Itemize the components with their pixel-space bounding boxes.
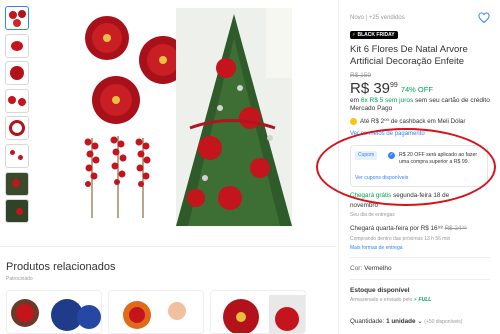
coupon-tag: Cupom xyxy=(355,151,378,160)
free-shipping-month: novembro xyxy=(350,202,379,209)
thumbnail-6[interactable] xyxy=(5,143,29,168)
shipping-deadline: Comprando dentro das próximas 13 h 56 mi… xyxy=(350,236,451,242)
color-label: Cor: xyxy=(350,265,363,272)
fulfillment-text: Armazenado e enviado pelo xyxy=(350,297,413,303)
old-price: R$ 159 xyxy=(350,72,371,79)
poinsettia-flower-3 xyxy=(92,76,140,124)
installments-info: em 6x R$ 5 sem juros sem seu cartão de c… xyxy=(350,97,500,113)
related-products-title: Produtos relacionados xyxy=(6,261,116,273)
quantity-value: 1 unidade xyxy=(386,318,416,325)
paid-shipping-prefix: Chegará quarta-feira por xyxy=(350,225,419,232)
berry-picks xyxy=(84,136,151,218)
free-shipping-line: Chegará grátis segunda-feira 18 de xyxy=(350,192,449,199)
fulfillment-info: Armazenado e enviado pelo ⚡ FULL xyxy=(350,297,431,303)
thumbnail-8[interactable] xyxy=(5,199,29,224)
free-shipping-label: Chegará grátis xyxy=(350,192,392,199)
payment-methods-link[interactable]: Ver os meios de pagamento xyxy=(350,131,425,137)
favorite-heart-icon[interactable] xyxy=(478,12,490,24)
thumbnail-2[interactable] xyxy=(5,33,29,58)
full-badge: ⚡ FULL xyxy=(413,297,432,303)
installments-prefix: em xyxy=(350,97,360,104)
thumbnail-7[interactable] xyxy=(5,171,29,196)
black-friday-badge: ⚡ BLACK FRIDAY xyxy=(350,31,398,39)
thumbnail-1[interactable] xyxy=(5,6,29,30)
available-coupons-link[interactable]: Ver cupons disponíveis xyxy=(355,175,408,181)
thumbnail-list xyxy=(5,6,31,227)
related-product-image-2 xyxy=(123,301,186,329)
product-main-image[interactable] xyxy=(80,8,292,226)
thumbnail-5[interactable] xyxy=(5,116,29,141)
related-product-card-2[interactable] xyxy=(108,290,204,334)
color-value: Vermelho xyxy=(364,265,392,272)
chevron-down-icon: ⌄ xyxy=(417,318,423,325)
quantity-selector[interactable]: Quantidade: 1 unidade ⌄ (+50 disponíveis… xyxy=(350,318,462,325)
stock-status: Estoque disponível xyxy=(350,287,410,294)
sponsored-label: Patrocinado xyxy=(6,276,33,282)
price-cents: 99 xyxy=(390,82,398,89)
section-divider xyxy=(0,246,336,247)
quantity-available: (+50 disponíveis) xyxy=(424,319,463,325)
related-product-card-1[interactable] xyxy=(6,290,102,334)
current-price: R$ 3999 74% OFF xyxy=(350,80,433,97)
more-delivery-options-link[interactable]: Mais formas de entrega xyxy=(350,245,403,251)
separator xyxy=(350,279,490,280)
separator xyxy=(350,257,490,258)
installments-highlight: 6x R$ 5 sem juros xyxy=(360,97,414,104)
free-shipping-date: segunda-feira 18 de xyxy=(393,192,450,199)
thumbnail-4[interactable] xyxy=(5,88,29,113)
christmas-tree-photo xyxy=(176,8,292,226)
condition-and-sales: Novo | +25 vendidos xyxy=(350,15,405,21)
price-main: R$ 39 xyxy=(350,80,391,97)
color-selector[interactable]: Cor: Vermelho xyxy=(350,265,392,272)
coin-icon xyxy=(350,118,357,125)
quantity-label: Quantidade: xyxy=(350,318,385,325)
paid-shipping-line: Chegará quarta-feira por R$ 16⁹⁸ R$ 24⁹⁸ xyxy=(350,225,467,232)
cashback-info: Até R$ 2⁰⁰ de cashback em Meli Dólar xyxy=(350,118,465,125)
paid-shipping-price: R$ 16⁹⁸ xyxy=(420,225,443,232)
product-gallery: Produtos relacionados Patrocinado xyxy=(0,0,336,334)
cashback-text: Até R$ 2⁰⁰ de cashback em Meli Dólar xyxy=(360,118,466,125)
purchase-panel: Novo | +25 vendidos ⚡ BLACK FRIDAY Kit 6 … xyxy=(338,0,500,334)
thumbnail-3[interactable] xyxy=(5,61,29,86)
delivery-day-note: Seu dia de entregas xyxy=(350,212,395,218)
related-product-image-1 xyxy=(11,299,101,331)
coupon-text: R$ 20 OFF será aplicado ao fazer uma com… xyxy=(399,152,478,165)
poinsettia-flower-1 xyxy=(85,16,129,60)
black-friday-label: BLACK FRIDAY xyxy=(357,32,395,38)
check-icon: ✓ xyxy=(388,152,395,159)
related-product-image-3 xyxy=(223,295,305,333)
coupon-box: Cupom ✓ R$ 20 OFF será aplicado ao fazer… xyxy=(350,145,488,187)
bolt-icon: ⚡ xyxy=(352,32,356,38)
product-title: Kit 6 Flores De Natal Arvore Artificial … xyxy=(350,44,468,67)
paid-shipping-old-price: R$ 24⁹⁸ xyxy=(444,225,467,232)
related-product-card-3[interactable] xyxy=(210,290,306,334)
discount-label: 74% OFF xyxy=(400,85,433,94)
